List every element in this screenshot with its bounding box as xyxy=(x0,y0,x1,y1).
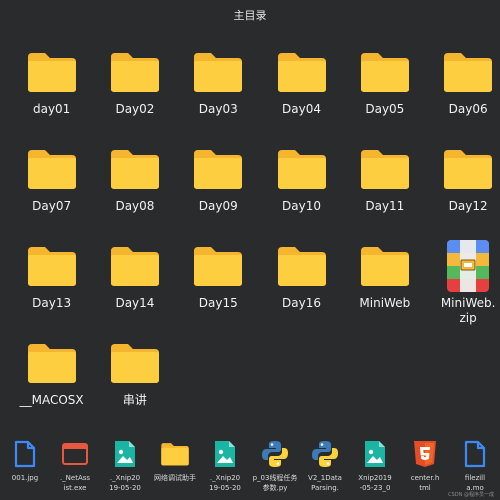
file-name-label: center.h tml xyxy=(410,474,440,492)
folder-icon xyxy=(26,337,78,389)
file-item[interactable]: ._Xnip20 19-05-20 xyxy=(100,438,150,500)
file-name-label: Xnip2019 -05-23_0 xyxy=(358,474,392,492)
folder-icon xyxy=(109,46,161,98)
file-item[interactable]: center.h tml xyxy=(400,438,450,500)
image-icon xyxy=(364,438,386,470)
file-name-label: 串讲 xyxy=(122,393,147,407)
image-icon xyxy=(214,438,236,470)
python-icon xyxy=(311,438,339,470)
folder-icon xyxy=(26,46,78,98)
folder-icon xyxy=(276,46,328,98)
file-name-label: Day04 xyxy=(282,102,322,116)
folder-item[interactable]: Day14 xyxy=(93,240,176,337)
file-name-label: Day11 xyxy=(365,199,405,213)
file-name-label: MiniWeb. zip xyxy=(440,296,496,325)
file-name-label: Day16 xyxy=(282,296,322,310)
folder-item[interactable]: Day02 xyxy=(93,46,176,143)
file-name-label: filezill a.mo xyxy=(464,474,486,492)
file-name-label: Day12 xyxy=(448,199,488,213)
folder-icon xyxy=(192,240,244,292)
zip-file-item[interactable]: MiniWeb. zip xyxy=(426,240,500,337)
file-name-label: p_03线程任务 参数.py xyxy=(252,474,298,492)
folder-item[interactable]: Day09 xyxy=(177,143,260,240)
folder-icon xyxy=(26,240,78,292)
folder-icon xyxy=(109,240,161,292)
folder-item[interactable]: Day16 xyxy=(260,240,343,337)
folder-item[interactable]: MiniWeb xyxy=(343,240,426,337)
file-item[interactable]: Xnip2019 -05-23_0 xyxy=(350,438,400,500)
file-item[interactable]: V2_1Data Parsing. xyxy=(300,438,350,500)
file-name-label: ._Xnip20 19-05-20 xyxy=(109,474,141,492)
folder-item[interactable]: __MACOSX xyxy=(10,337,93,434)
zip-archive-icon xyxy=(446,240,490,292)
folder-icon xyxy=(359,46,411,98)
file-name-label: Day07 xyxy=(32,199,72,213)
file-name-label: Day14 xyxy=(115,296,155,310)
file-name-label: 001.jpg xyxy=(11,474,39,482)
folder-item[interactable]: Day15 xyxy=(177,240,260,337)
file-name-label: 网络调试助手 xyxy=(154,474,196,482)
folder-item[interactable]: 串讲 xyxy=(93,337,176,434)
folder-icon xyxy=(442,143,494,195)
folder-icon xyxy=(442,46,494,98)
python-icon xyxy=(261,438,289,470)
file-item[interactable]: 网络调试助手 xyxy=(150,438,200,500)
folder-icon xyxy=(359,240,411,292)
folder-item[interactable]: Day05 xyxy=(343,46,426,143)
folder-icon xyxy=(276,240,328,292)
file-name-label: Day03 xyxy=(198,102,238,116)
folder-icon xyxy=(192,143,244,195)
file-name-label: Day06 xyxy=(448,102,488,116)
file-icon xyxy=(14,438,36,470)
folder-item[interactable]: Day03 xyxy=(177,46,260,143)
folder-item[interactable]: Day13 xyxy=(10,240,93,337)
file-name-label: day01 xyxy=(32,102,71,116)
folder-icon xyxy=(109,143,161,195)
folder-icon xyxy=(359,143,411,195)
folder-item[interactable]: Day10 xyxy=(260,143,343,240)
file-name-label: ._Xnip20 19-05-20 xyxy=(209,474,241,492)
file-name-label: Day02 xyxy=(115,102,155,116)
folder-icon xyxy=(192,46,244,98)
file-item[interactable]: 001.jpg xyxy=(0,438,50,500)
file-name-label: Day05 xyxy=(365,102,405,116)
folder-item[interactable]: Day04 xyxy=(260,46,343,143)
folder-item[interactable]: Day11 xyxy=(343,143,426,240)
folder-icon xyxy=(160,438,190,470)
file-item[interactable]: ._Xnip20 19-05-20 xyxy=(200,438,250,500)
folder-item[interactable]: day01 xyxy=(10,46,93,143)
file-name-label: __MACOSX xyxy=(19,393,84,407)
html5-icon xyxy=(413,438,437,470)
folder-item[interactable]: Day12 xyxy=(426,143,500,240)
file-name-label: Day09 xyxy=(198,199,238,213)
file-name-label: Day15 xyxy=(198,296,238,310)
exe-window-icon xyxy=(62,438,88,470)
file-item[interactable]: ._NetAss ist.exe xyxy=(50,438,100,500)
file-icon xyxy=(464,438,486,470)
file-name-label: Day13 xyxy=(32,296,72,310)
file-grid: day01 Day02 Day03 Day04 Day05 Day06 Day0… xyxy=(10,46,500,434)
folder-icon xyxy=(109,337,161,389)
folder-item[interactable]: Day06 xyxy=(426,46,500,143)
image-icon xyxy=(114,438,136,470)
folder-icon xyxy=(26,143,78,195)
folder-item[interactable]: Day08 xyxy=(93,143,176,240)
file-name-label: MiniWeb xyxy=(359,296,411,310)
file-name-label: ._NetAss ist.exe xyxy=(59,474,91,492)
folder-icon xyxy=(276,143,328,195)
window-title: 主目录 xyxy=(233,9,267,22)
watermark: CSDN @程序员一成 xyxy=(448,492,494,498)
file-item[interactable]: p_03线程任务 参数.py xyxy=(250,438,300,500)
folder-item[interactable]: Day07 xyxy=(10,143,93,240)
file-name-label: V2_1Data Parsing. xyxy=(308,474,342,492)
bottom-file-row: 001.jpg ._NetAss ist.exe ._Xnip20 19-05-20… xyxy=(0,438,500,500)
file-name-label: Day08 xyxy=(115,199,155,213)
file-name-label: Day10 xyxy=(282,199,322,213)
